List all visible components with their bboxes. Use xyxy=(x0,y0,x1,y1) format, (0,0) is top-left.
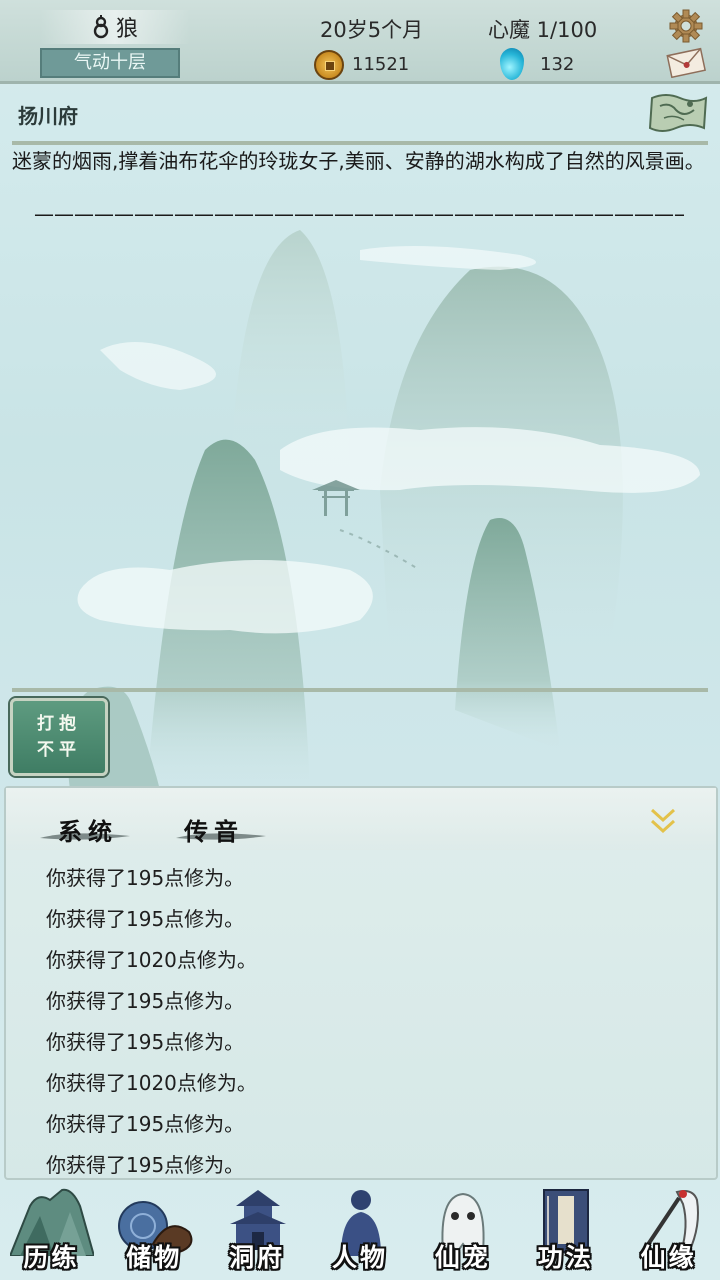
nav-label: 仙宠 xyxy=(434,1243,491,1272)
gourd-icon xyxy=(93,15,109,39)
spirit-gem-icon xyxy=(500,48,524,80)
nav-item-training[interactable]: 历练 xyxy=(0,1182,103,1280)
list-item: 你获得了195点修为。 xyxy=(46,907,245,931)
panel-header: 系统 传音 xyxy=(6,788,716,850)
tab-voice[interactable]: 传音 xyxy=(184,812,244,847)
bottom-nav: 历练 储物 洞府 人物 仙宠 功法 仙缘 xyxy=(0,1182,720,1280)
list-item: 你获得了195点修为。 xyxy=(46,866,245,890)
button-label-line2: 不平 xyxy=(37,740,81,760)
nav-item-pet[interactable]: 仙宠 xyxy=(411,1182,514,1280)
letter-icon[interactable] xyxy=(666,46,706,78)
dashed-divider: ————————————————————————————————————————… xyxy=(34,202,684,226)
message-list: 你获得了195点修为。 你获得了195点修为。 你获得了1020点修为。 你获得… xyxy=(46,858,257,1186)
message-panel: 系统 传音 你获得了195点修为。 你获得了195点修为。 你获得了1020点修… xyxy=(4,786,718,1180)
nav-label: 人物 xyxy=(332,1243,389,1272)
nav-item-cave[interactable]: 洞府 xyxy=(206,1182,309,1280)
location-title: 扬川府 xyxy=(18,104,78,128)
gear-icon[interactable] xyxy=(668,8,704,44)
map-scroll-icon[interactable] xyxy=(646,90,710,136)
list-item: 你获得了195点修为。 xyxy=(46,1153,245,1177)
nav-label: 历练 xyxy=(23,1243,80,1272)
divider-line xyxy=(12,141,708,145)
list-item: 你获得了195点修为。 xyxy=(46,989,245,1013)
player-name-box[interactable]: 狼 xyxy=(40,10,190,44)
coin-icon xyxy=(314,50,344,80)
landscape-painting xyxy=(67,230,700,790)
list-item: 你获得了1020点修为。 xyxy=(46,1071,257,1095)
gem-count: 132 xyxy=(540,54,575,75)
chevron-down-icon[interactable] xyxy=(648,806,678,836)
tab-system[interactable]: 系统 xyxy=(58,812,118,847)
age-text: 20岁5个月 xyxy=(320,18,424,42)
coin-count: 11521 xyxy=(352,54,410,75)
heart-demon-text: 心魔 1/100 xyxy=(488,18,598,42)
player-name: 狼 xyxy=(115,17,138,42)
list-item: 你获得了195点修为。 xyxy=(46,1030,245,1054)
nav-label: 洞府 xyxy=(229,1243,286,1272)
fight-injustice-button[interactable]: 打抱 不平 xyxy=(10,698,108,776)
list-item: 你获得了1020点修为。 xyxy=(46,948,257,972)
nav-item-fate[interactable]: 仙缘 xyxy=(617,1182,720,1280)
button-label-line1: 打抱 xyxy=(37,714,81,734)
nav-label: 仙缘 xyxy=(640,1243,697,1272)
nav-label: 功法 xyxy=(537,1243,594,1272)
nav-label: 储物 xyxy=(126,1243,183,1272)
nav-item-skills[interactable]: 功法 xyxy=(514,1182,617,1280)
status-header: 狼 气动十层 20岁5个月 心魔 1/100 11521 132 xyxy=(0,0,720,84)
nav-item-character[interactable]: 人物 xyxy=(309,1182,412,1280)
realm-badge[interactable]: 气动十层 xyxy=(40,48,180,78)
list-item: 你获得了195点修为。 xyxy=(46,1112,245,1136)
location-description: 迷蒙的烟雨,撑着油布花伞的玲珑女子,美丽、安静的湖水构成了自然的风景画。 xyxy=(12,149,705,173)
divider-line xyxy=(12,688,708,692)
nav-item-storage[interactable]: 储物 xyxy=(103,1182,206,1280)
